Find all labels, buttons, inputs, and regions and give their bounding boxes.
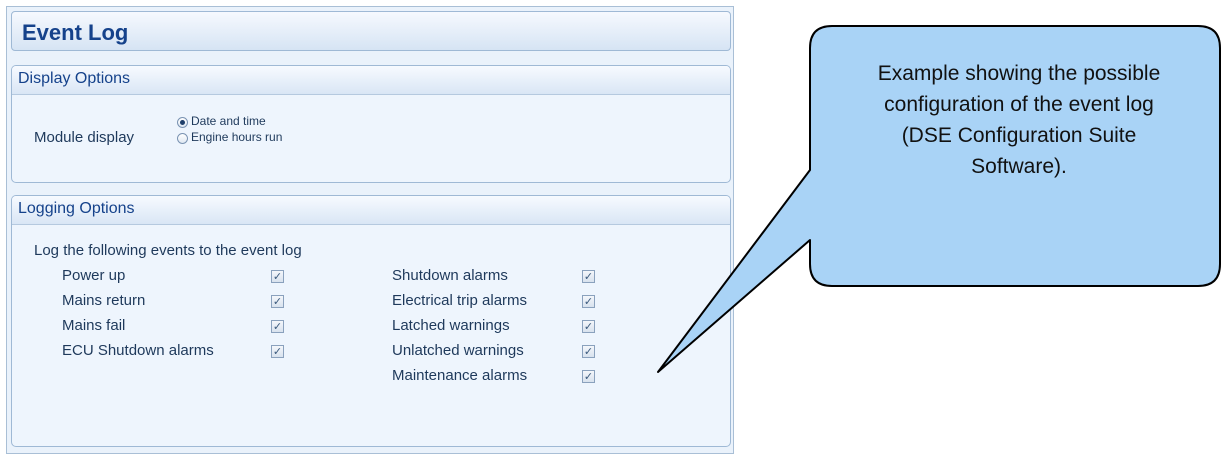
callout-line: Software).: [971, 155, 1067, 178]
callout-line: configuration of the event log: [884, 93, 1154, 116]
callout-line: (DSE Configuration Suite: [901, 124, 1137, 147]
callout-line: Example showing the possible: [877, 62, 1161, 85]
callout-text: Example showing the possible configurati…: [812, 58, 1225, 182]
